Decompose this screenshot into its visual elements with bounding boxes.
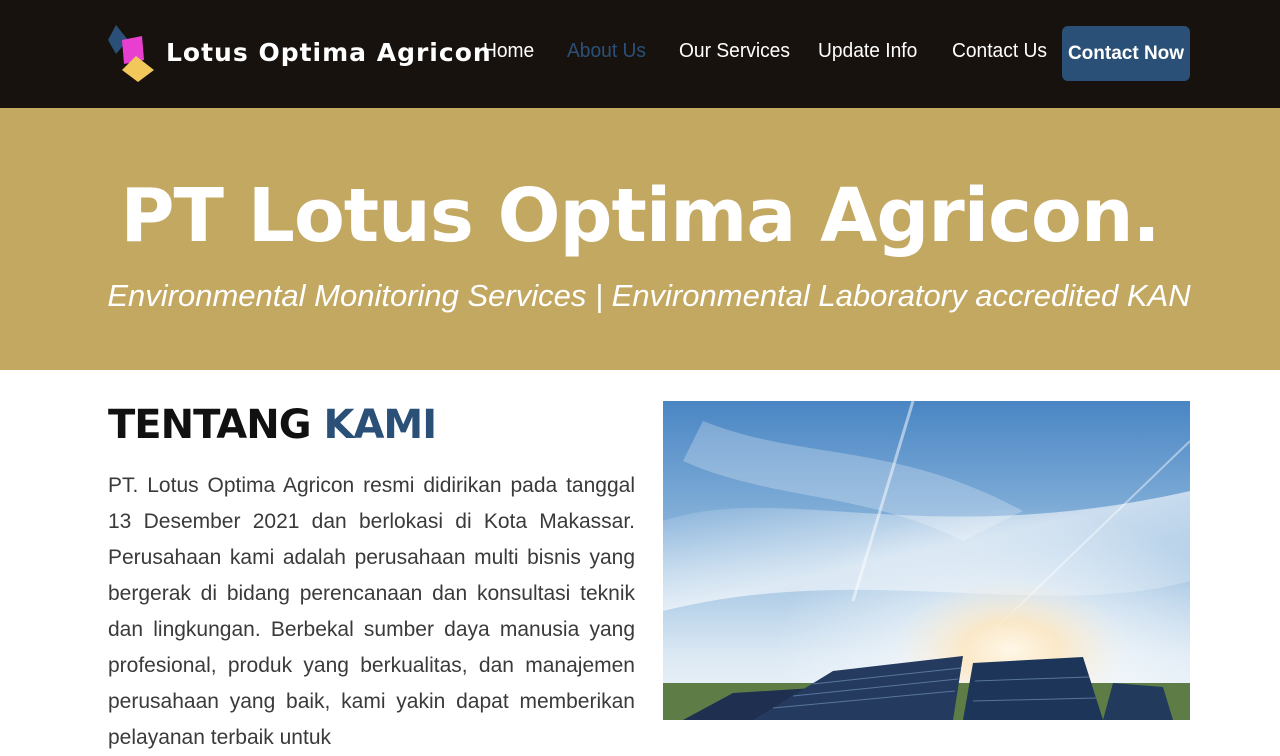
contact-now-button[interactable]: Contact Now — [1062, 26, 1190, 81]
brand-name[interactable]: Lotus Optima Agricon — [166, 38, 492, 70]
nav-home[interactable]: Home — [483, 40, 534, 68]
nav-update-info[interactable]: Update Info — [818, 40, 917, 68]
banner-title: PT Lotus Optima Agricon. — [120, 173, 1160, 259]
about-heading: TENTANG KAMI — [108, 402, 437, 452]
nav-about-us[interactable]: About Us — [567, 40, 646, 68]
hero-banner: PT Lotus Optima Agricon. Environmental M… — [0, 108, 1280, 370]
nav-contact-us[interactable]: Contact Us — [952, 40, 1047, 68]
about-heading-part2: KAMI — [323, 402, 437, 448]
about-heading-part1: TENTANG — [108, 402, 312, 448]
about-paragraph: PT. Lotus Optima Agricon resmi didirikan… — [108, 474, 635, 749]
solar-panels-image — [663, 401, 1190, 720]
site-header: Lotus Optima Agricon Home About Us Our S… — [0, 0, 1280, 108]
banner-subtitle: Environmental Monitoring Services | Envi… — [107, 278, 1191, 313]
solar-panels-illustration — [663, 401, 1190, 720]
nav-our-services[interactable]: Our Services — [679, 40, 790, 68]
lotus-logo-icon[interactable] — [106, 22, 158, 86]
